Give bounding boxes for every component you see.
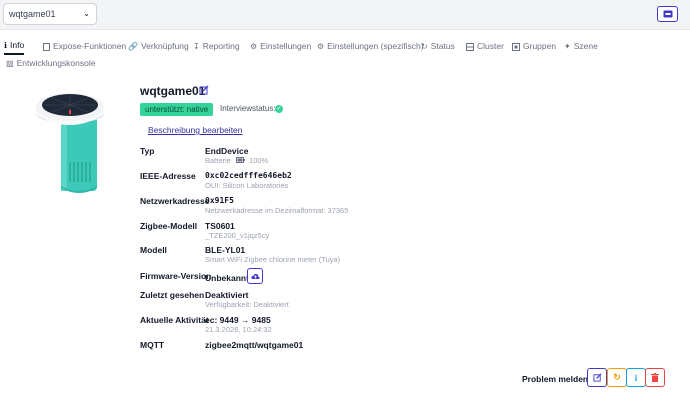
tab-label: Entwicklungskonsole	[16, 58, 96, 68]
detail-label-ieee: IEEE-Adresse	[140, 171, 196, 181]
battery-percent: 100%	[249, 156, 269, 165]
detail-label-netzwerkadresse: Netzwerkadresse	[140, 196, 210, 206]
detail-value-firmware: Unbekannt	[205, 273, 249, 283]
detail-sub-ieee: OUI: Silicon Laboratories	[205, 181, 289, 190]
detail-sub-netzwerkadresse: Netzwerkadresse im Dezimalformat: 37365	[205, 206, 349, 215]
cluster-icon	[466, 42, 474, 51]
detail-value-zuletzt-gesehen: Deaktiviert	[205, 290, 249, 300]
detail-sub-aktuelle-aktivitaet: 21.3.2026, 10:24:32	[205, 325, 272, 334]
chevron-down-icon: ⌄	[83, 9, 90, 18]
detail-label-modell: Modell	[140, 245, 167, 255]
top-bar: wqtgame01 ⌄	[0, 0, 690, 30]
delete-button[interactable]	[645, 368, 665, 387]
support-badge: unterstützt: native	[140, 103, 214, 116]
gear-icon: ⚙	[317, 42, 325, 51]
inbox-icon	[663, 10, 672, 18]
interview-status-label: Interviewstatus:	[220, 104, 276, 113]
tab-expose-funktionen[interactable]: Expose-Funktionen	[43, 38, 126, 55]
tab-gruppen[interactable]: Gruppen	[512, 38, 556, 55]
detail-sub-typ: Batterie 100%	[205, 156, 268, 165]
detail-sub-zuletzt-gesehen: Verfügbarkeit: Deaktiviert	[205, 300, 289, 309]
tab-entwicklungskonsole[interactable]: ▧ Entwicklungskonsole	[6, 55, 95, 72]
refresh-icon: ↻	[613, 372, 621, 382]
detail-value-zigbee-modell: TS0601	[205, 221, 235, 231]
check-circle-icon: ✓	[275, 105, 283, 113]
tab-label: Gruppen	[523, 41, 557, 51]
tab-label: Reporting	[202, 41, 240, 51]
device-image	[36, 93, 104, 193]
tab-info[interactable]: ℹ Info	[4, 38, 25, 55]
refresh-button[interactable]: ↻	[607, 368, 627, 387]
group-icon	[512, 42, 520, 51]
tab-label: Info	[10, 40, 25, 50]
edit-description-link[interactable]: Beschreibung bearbeiten	[148, 125, 243, 135]
detail-label-mqtt: MQTT	[140, 340, 165, 350]
cloud-upload-icon	[250, 273, 260, 279]
detail-value-mqtt: zigbee2mqtt/wqtgame01	[205, 340, 304, 350]
magic-wand-icon: ✦	[564, 42, 571, 51]
tab-label: Cluster	[477, 41, 504, 51]
edit-icon	[592, 373, 602, 382]
tab-label: Einstellungen (spezifisch)	[327, 41, 424, 51]
tab-label: Verknüpfung	[140, 41, 189, 51]
tab-cluster[interactable]: Cluster	[466, 38, 504, 55]
detail-value-ieee: 0xc02cedfffe646eb2	[205, 171, 292, 180]
detail-label-firmware: Firmware-Version	[140, 271, 212, 281]
battery-label: Batterie	[205, 156, 231, 165]
tab-szene[interactable]: ✦ Szene	[564, 38, 598, 55]
status-icon: ↻	[421, 42, 428, 51]
device-select-value: wqtgame01	[9, 9, 56, 19]
info-icon: ℹ	[4, 41, 8, 50]
info-icon: i	[634, 372, 638, 383]
link-icon: 🔗	[128, 42, 138, 51]
tab-label: Status	[430, 41, 455, 51]
detail-label-aktuelle-aktivitaet: Aktuelle Aktivität	[140, 315, 209, 325]
problem-report-label[interactable]: Problem melden	[522, 374, 588, 384]
info-button[interactable]: i	[626, 368, 646, 387]
trash-icon	[651, 373, 659, 382]
tab-label: Szene	[573, 41, 598, 51]
edit-icon[interactable]	[199, 85, 209, 95]
tab-verknuepfung[interactable]: 🔗 Verknüpfung	[128, 38, 189, 55]
code-icon: ▧	[6, 59, 14, 68]
tab-reporting[interactable]: ↧ Reporting	[193, 38, 240, 55]
cogs-icon: ⚙	[250, 42, 258, 51]
download-icon: ↧	[193, 42, 200, 51]
tab-einstellungen-spezifisch[interactable]: ⚙ Einstellungen (spezifisch)	[317, 38, 424, 55]
document-icon	[43, 42, 50, 51]
detail-value-typ: EndDevice	[205, 146, 249, 156]
detail-value-modell: BLE-YL01	[205, 245, 246, 255]
detail-sub-modell: Smart WiFi Zigbee chlorine meter (Tuya)	[205, 255, 341, 264]
detail-sub-zigbee-modell: _TZE200_v1jqz5cy	[205, 231, 270, 240]
device-select[interactable]: wqtgame01 ⌄	[3, 3, 97, 25]
battery-icon	[235, 157, 245, 163]
detail-label-typ: Typ	[140, 146, 155, 156]
tab-label: Expose-Funktionen	[53, 41, 127, 51]
detail-label-zuletzt-gesehen: Zuletzt gesehen	[140, 290, 205, 300]
detail-value-netzwerkadresse: 0x91F5	[205, 196, 234, 205]
tab-status[interactable]: ↻ Status	[421, 38, 455, 55]
inbox-button[interactable]	[657, 6, 678, 22]
detail-label-zigbee-modell: Zigbee-Modell	[140, 221, 198, 231]
tab-label: Einstellungen	[260, 41, 312, 51]
tab-einstellungen[interactable]: ⚙ Einstellungen	[250, 38, 311, 55]
detail-value-aktuelle-aktivitaet: ec: 9449 → 9485	[205, 315, 271, 325]
device-title: wqtgame01	[140, 84, 206, 98]
firmware-upload-button[interactable]	[247, 268, 263, 284]
edit-button[interactable]	[587, 368, 607, 387]
